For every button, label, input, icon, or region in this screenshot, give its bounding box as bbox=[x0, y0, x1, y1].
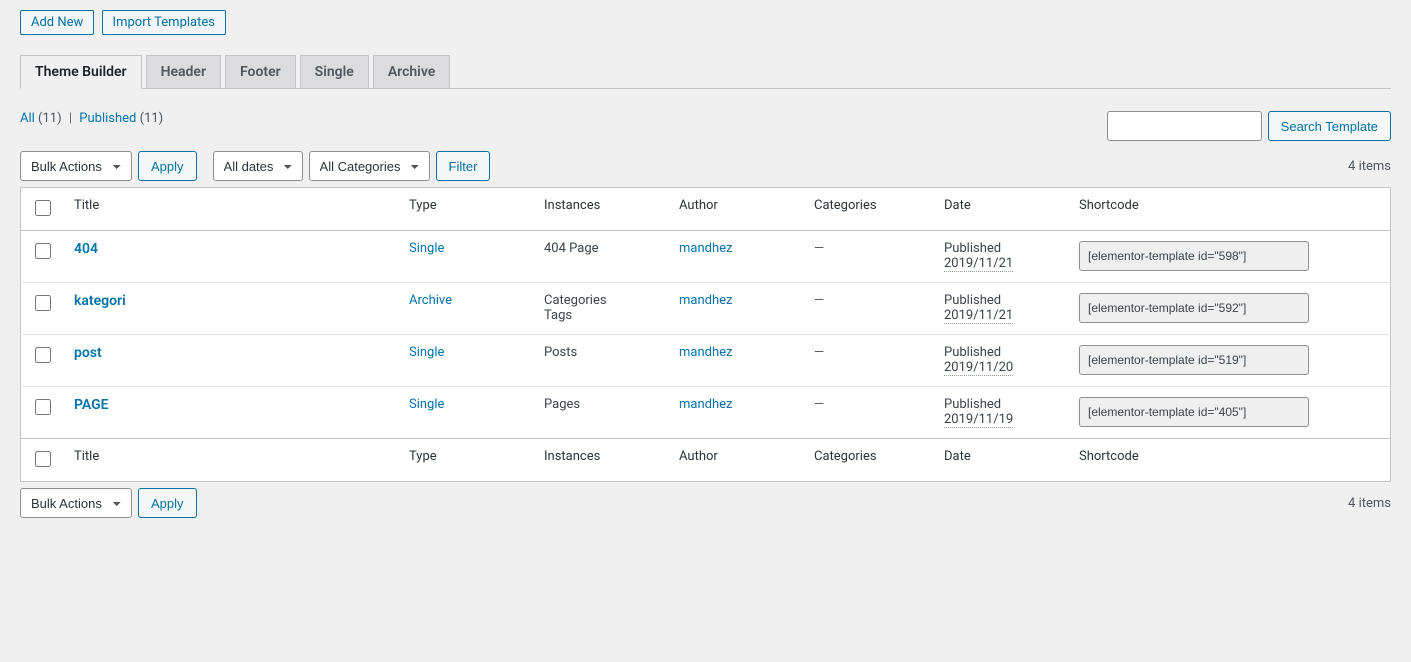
search-input[interactable] bbox=[1107, 111, 1262, 141]
row-categories: — bbox=[804, 387, 934, 439]
view-all-link[interactable]: All bbox=[20, 111, 35, 126]
nav-tab-wrapper: Theme BuilderHeaderFooterSingleArchive bbox=[20, 55, 1391, 89]
row-author-link[interactable]: mandhez bbox=[679, 241, 733, 256]
row-instances: Pages bbox=[534, 387, 669, 439]
column-shortcode-header: Shortcode bbox=[1069, 188, 1391, 231]
row-categories: — bbox=[804, 335, 934, 387]
tablenav-pages-bottom: 4 items bbox=[1348, 496, 1391, 511]
templates-table: Title Type Instances Author Categories D… bbox=[20, 187, 1391, 482]
column-title-footer[interactable]: Title bbox=[64, 439, 399, 482]
import-templates-button[interactable]: Import Templates bbox=[102, 10, 226, 35]
row-author-link[interactable]: mandhez bbox=[679, 293, 733, 308]
column-date-footer[interactable]: Date bbox=[934, 439, 1069, 482]
tab-archive[interactable]: Archive bbox=[373, 55, 450, 89]
row-type-link[interactable]: Archive bbox=[409, 293, 452, 308]
separator: | bbox=[69, 111, 72, 126]
search-box: Search Template bbox=[1107, 111, 1391, 141]
column-author-header: Author bbox=[669, 188, 804, 231]
row-type-link[interactable]: Single bbox=[409, 345, 444, 360]
row-date: Published2019/11/21 bbox=[934, 283, 1069, 335]
row-author-link[interactable]: mandhez bbox=[679, 397, 733, 412]
select-all-checkbox-bottom[interactable] bbox=[35, 451, 51, 467]
shortcode-input[interactable] bbox=[1079, 293, 1309, 323]
apply-button[interactable]: Apply bbox=[138, 151, 197, 181]
row-checkbox[interactable] bbox=[35, 347, 51, 363]
row-type-link[interactable]: Single bbox=[409, 397, 444, 412]
tab-header[interactable]: Header bbox=[146, 55, 221, 89]
categories-select[interactable]: All Categories bbox=[309, 151, 430, 181]
shortcode-input[interactable] bbox=[1079, 241, 1309, 271]
dates-select[interactable]: All dates bbox=[213, 151, 303, 181]
column-title-header[interactable]: Title bbox=[64, 188, 399, 231]
select-all-checkbox[interactable] bbox=[35, 200, 51, 216]
row-categories: — bbox=[804, 231, 934, 283]
bulk-actions-select[interactable]: Bulk Actions bbox=[20, 151, 132, 181]
row-categories: — bbox=[804, 283, 934, 335]
row-date: Published2019/11/21 bbox=[934, 231, 1069, 283]
tab-single[interactable]: Single bbox=[300, 55, 369, 89]
table-row: post Single Posts mandhez —Published2019/11/… bbox=[21, 335, 1391, 387]
column-date-header[interactable]: Date bbox=[934, 188, 1069, 231]
column-categories-header: Categories bbox=[804, 188, 934, 231]
table-row: PAGE Single Pages mandhez —Published2019/11/… bbox=[21, 387, 1391, 439]
row-title-link[interactable]: PAGE bbox=[74, 397, 109, 413]
row-instances: Posts bbox=[534, 335, 669, 387]
row-date: Published2019/11/20 bbox=[934, 335, 1069, 387]
row-author-link[interactable]: mandhez bbox=[679, 345, 733, 360]
filter-button[interactable]: Filter bbox=[436, 151, 491, 181]
view-published-link[interactable]: Published bbox=[79, 111, 136, 126]
search-button[interactable]: Search Template bbox=[1268, 111, 1391, 141]
row-instances: 404 Page bbox=[534, 231, 669, 283]
column-categories-footer: Categories bbox=[804, 439, 934, 482]
row-checkbox[interactable] bbox=[35, 295, 51, 311]
shortcode-input[interactable] bbox=[1079, 345, 1309, 375]
column-type-header: Type bbox=[399, 188, 534, 231]
column-instances-header: Instances bbox=[534, 188, 669, 231]
row-type-link[interactable]: Single bbox=[409, 241, 444, 256]
add-new-button[interactable]: Add New bbox=[20, 10, 94, 35]
bulk-actions-select-bottom[interactable]: Bulk Actions bbox=[20, 488, 132, 518]
column-author-footer: Author bbox=[669, 439, 804, 482]
tab-footer[interactable]: Footer bbox=[225, 55, 296, 89]
table-row: kategori Archive CategoriesTags mandhez —Pub… bbox=[21, 283, 1391, 335]
row-checkbox[interactable] bbox=[35, 399, 51, 415]
row-date: Published2019/11/19 bbox=[934, 387, 1069, 439]
view-published-count: (11) bbox=[140, 111, 164, 126]
table-row: 404 Single 404 Page mandhez —Published2019/1… bbox=[21, 231, 1391, 283]
view-links: All (11) | Published (11) bbox=[20, 111, 163, 126]
shortcode-input[interactable] bbox=[1079, 397, 1309, 427]
tab-theme-builder[interactable]: Theme Builder bbox=[20, 55, 142, 89]
row-instances: CategoriesTags bbox=[534, 283, 669, 335]
row-title-link[interactable]: 404 bbox=[74, 241, 98, 257]
column-instances-footer: Instances bbox=[534, 439, 669, 482]
row-title-link[interactable]: post bbox=[74, 345, 102, 361]
column-shortcode-footer: Shortcode bbox=[1069, 439, 1391, 482]
row-checkbox[interactable] bbox=[35, 243, 51, 259]
row-title-link[interactable]: kategori bbox=[74, 293, 126, 309]
apply-button-bottom[interactable]: Apply bbox=[138, 488, 197, 518]
column-type-footer: Type bbox=[399, 439, 534, 482]
tablenav-pages: 4 items bbox=[1348, 159, 1391, 174]
view-all-count: (11) bbox=[38, 111, 62, 126]
